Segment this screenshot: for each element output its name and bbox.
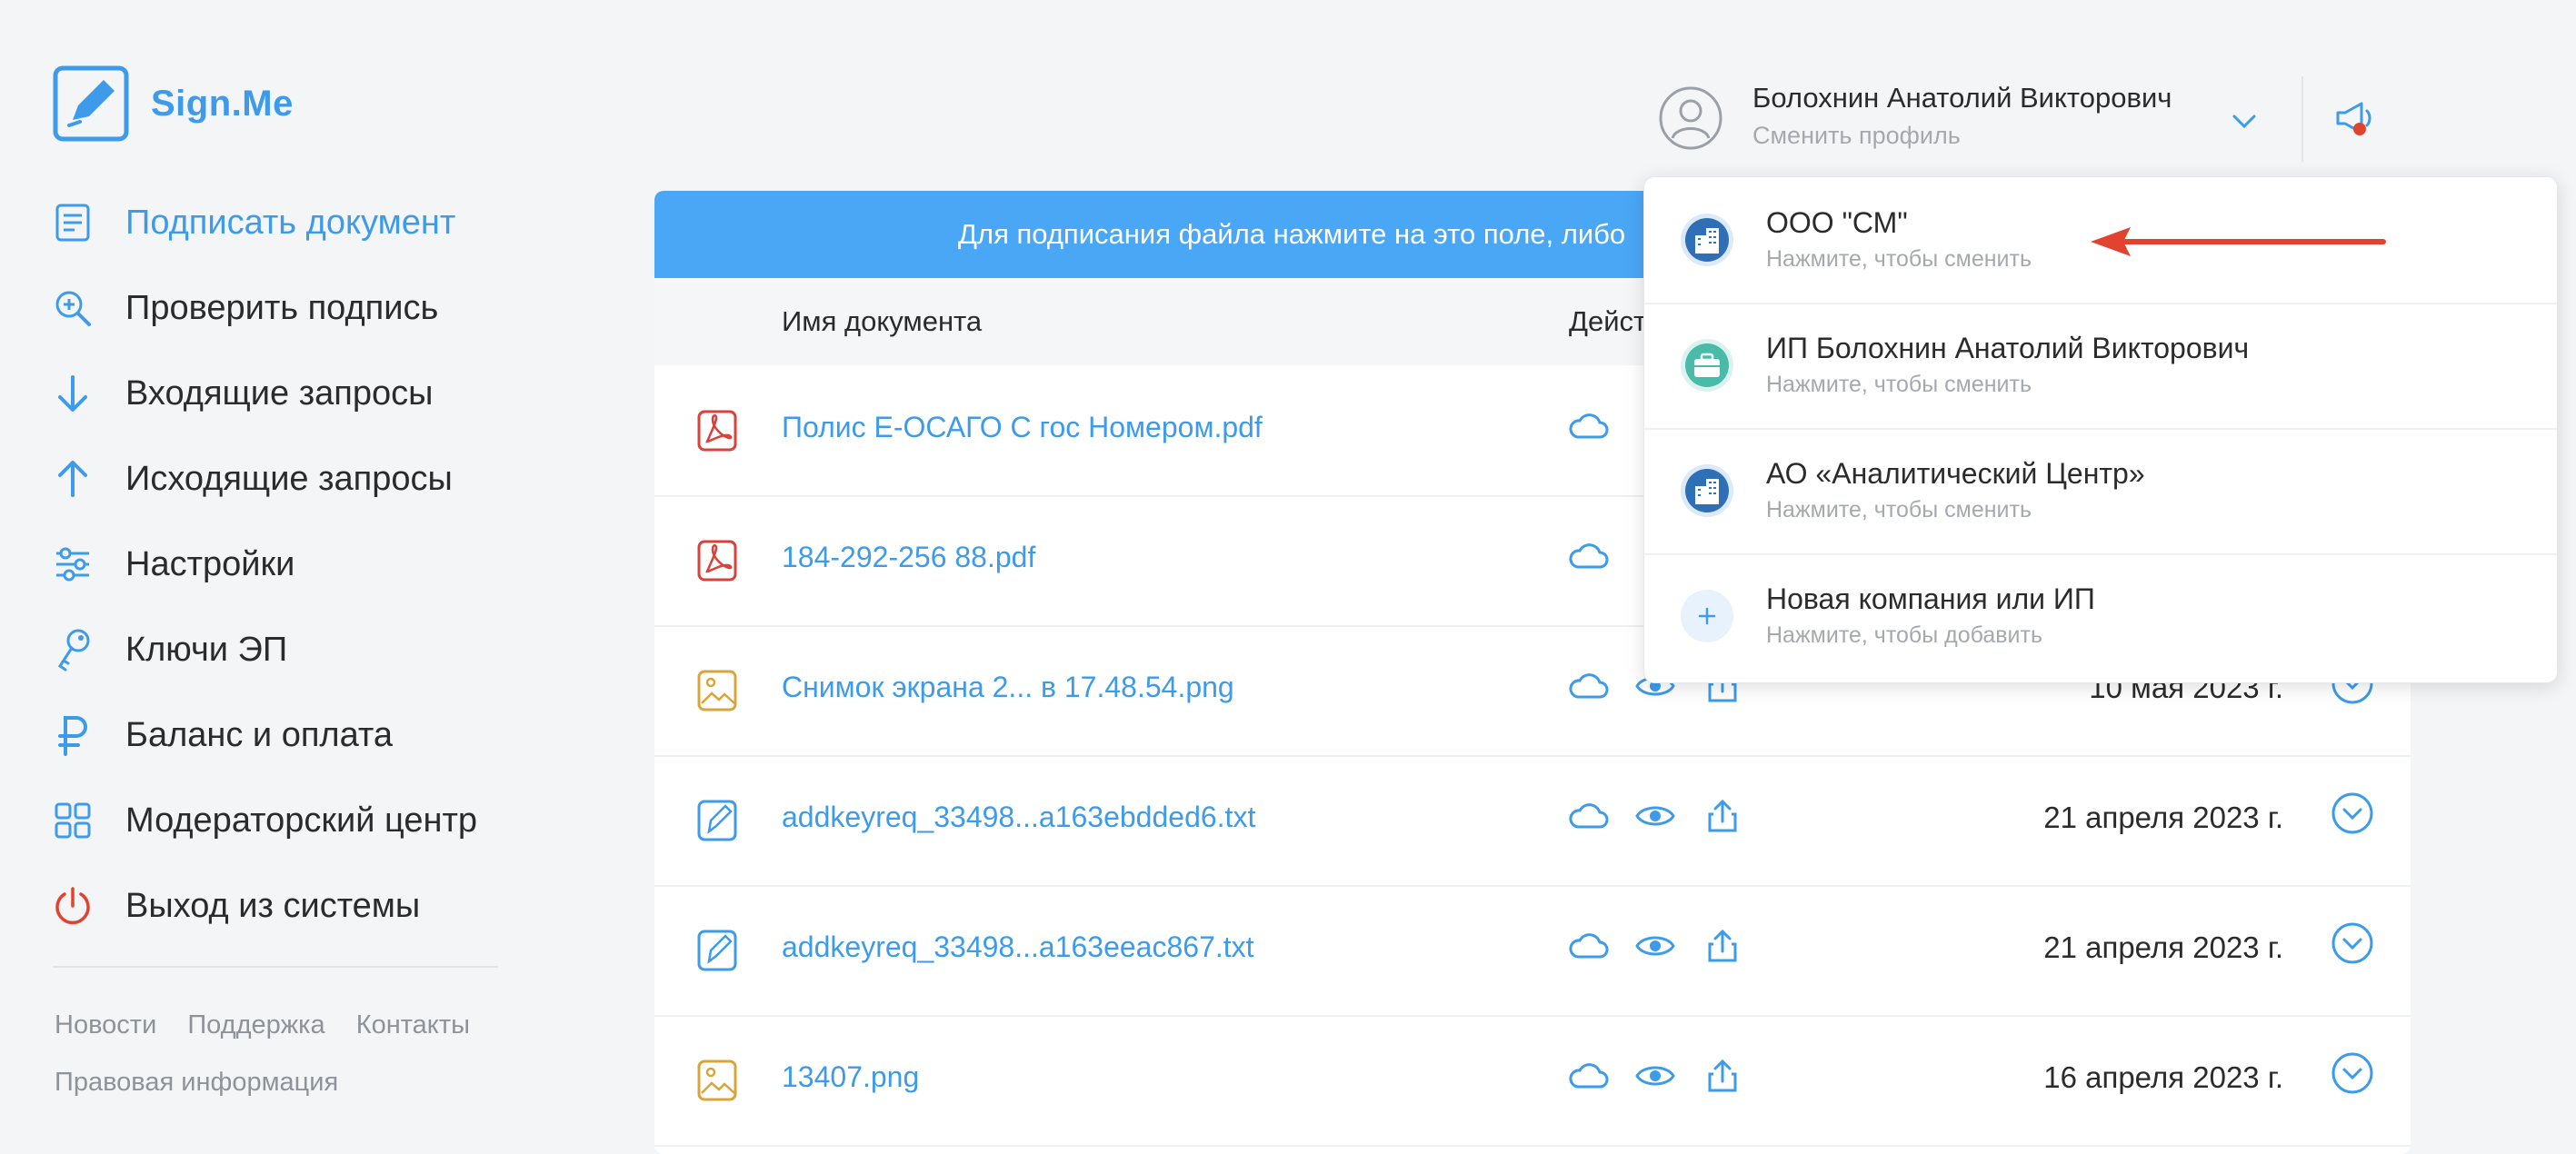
sidebar-item-incoming[interactable]: Входящие запросы	[51, 351, 477, 436]
share-icon[interactable]	[1702, 925, 1743, 967]
arrow-down-icon	[51, 372, 95, 415]
chevron-down-icon[interactable]	[2229, 107, 2260, 134]
file-name-link[interactable]: Снимок экрана 2... в 17.48.54.png	[782, 671, 1234, 704]
file-name-link[interactable]: Полис Е-ОСАГО С гос Номером.pdf	[782, 411, 1263, 444]
table-row[interactable]: addkeyreq_33498...a163eeac867.txt 21 апр…	[654, 885, 2411, 1017]
profile-option-name: ИП Болохнин Анатолий Викторович	[1766, 332, 2250, 364]
file-date: 21 апреля 2023 г.	[2043, 801, 2283, 834]
ruble-icon	[51, 713, 95, 757]
footer-link-legal[interactable]: Правовая информация	[55, 1068, 338, 1097]
profile-user-name: Болохнин Анатолий Викторович	[1752, 82, 2172, 114]
signme-logo-icon	[53, 65, 129, 142]
footer-link-support[interactable]: Поддержка	[187, 1010, 324, 1040]
eye-icon[interactable]	[1634, 795, 1676, 837]
profile-option[interactable]: АО «Аналитический Центр» Нажмите, чтобы …	[1644, 428, 2557, 555]
file-name-link[interactable]: addkeyreq_33498...a163ebdded6.txt	[782, 801, 1255, 834]
share-icon[interactable]	[1702, 795, 1743, 837]
add-company-option[interactable]: Новая компания или ИП Нажмите, чтобы доб…	[1644, 553, 2557, 679]
header-divider	[2301, 76, 2303, 162]
profile-option-name: Новая компания или ИП	[1766, 582, 2095, 615]
building-icon	[1679, 212, 1735, 268]
signed-text-file-icon	[696, 799, 738, 842]
cloud-icon[interactable]	[1567, 795, 1609, 837]
plus-icon	[1679, 588, 1735, 644]
profile-option[interactable]: ИП Болохнин Анатолий Викторович Нажмите,…	[1644, 303, 2557, 430]
pdf-file-icon	[696, 409, 738, 453]
footer-link-contacts[interactable]: Контакты	[356, 1010, 470, 1040]
share-icon[interactable]	[1702, 1055, 1743, 1097]
eye-icon[interactable]	[1634, 925, 1676, 967]
sidebar-item-outgoing[interactable]: Исходящие запросы	[51, 436, 477, 522]
profile-switcher[interactable]: Болохнин Анатолий Викторович Сменить про…	[1658, 82, 2172, 151]
sidebar-item-label: Входящие запросы	[125, 373, 434, 413]
sidebar-item-logout[interactable]: Выход из системы	[51, 863, 477, 949]
app-logo[interactable]: Sign.Me	[53, 65, 294, 142]
arrow-up-icon	[51, 457, 95, 501]
sidebar-item-label: Настройки	[125, 544, 295, 583]
pdf-file-icon	[696, 539, 738, 582]
column-header-actions: Дейст	[1569, 305, 1647, 337]
file-name-link[interactable]: 13407.png	[782, 1060, 919, 1094]
file-date: 16 апреля 2023 г.	[2043, 1060, 2283, 1094]
signed-text-file-icon	[696, 929, 738, 972]
sidebar-item-label: Модераторский центр	[125, 801, 477, 840]
eye-icon[interactable]	[1634, 1055, 1676, 1097]
briefcase-icon	[1679, 337, 1735, 393]
sidebar-item-label: Проверить подпись	[125, 288, 439, 327]
cloud-icon[interactable]	[1567, 535, 1609, 577]
file-name-link[interactable]: addkeyreq_33498...a163eeac867.txt	[782, 930, 1254, 964]
profile-option-hint: Нажмите, чтобы добавить	[1766, 622, 2042, 648]
sidebar-item-balance[interactable]: Баланс и оплата	[51, 692, 477, 778]
cloud-icon[interactable]	[1567, 665, 1609, 707]
expand-chevron-icon[interactable]	[2331, 791, 2374, 835]
sidebar-item-verify-signature[interactable]: Проверить подпись	[51, 265, 477, 351]
profile-option-hint: Нажмите, чтобы сменить	[1766, 246, 2032, 272]
sidebar-item-label: Подписать документ	[125, 203, 456, 242]
key-icon	[51, 628, 95, 672]
expand-chevron-icon[interactable]	[2331, 921, 2374, 965]
sidebar-item-sign-document[interactable]: Подписать документ	[51, 180, 477, 265]
change-profile-label: Сменить профиль	[1752, 122, 1961, 149]
grid-icon	[51, 799, 95, 842]
table-row[interactable]: addkeyreq_33498...a163ebdded6.txt 21 апр…	[654, 755, 2411, 887]
profile-option-name: АО «Аналитический Центр»	[1766, 457, 2145, 490]
footer-link-news[interactable]: Новости	[55, 1010, 156, 1040]
annotation-arrow-icon	[2087, 224, 2387, 260]
file-date: 21 апреля 2023 г.	[2043, 930, 2283, 964]
sliders-icon	[51, 542, 95, 586]
sidebar-item-label: Ключи ЭП	[125, 630, 288, 669]
sidebar-item-settings[interactable]: Настройки	[51, 522, 477, 607]
search-check-icon	[51, 286, 95, 330]
table-row[interactable]: 13407.png 16 апреля 2023 г.	[654, 1015, 2411, 1147]
profile-option-name: ООО "СМ"	[1766, 206, 1908, 239]
sidebar-item-keys[interactable]: Ключи ЭП	[51, 607, 477, 692]
sidebar-item-label: Исходящие запросы	[125, 459, 453, 498]
cloud-icon[interactable]	[1567, 1055, 1609, 1097]
column-header-name: Имя документа	[782, 305, 983, 337]
cloud-icon[interactable]	[1567, 925, 1609, 967]
footer-links: Новости Поддержка Контакты Правовая инфо…	[55, 1010, 494, 1098]
document-icon	[51, 201, 95, 244]
power-icon	[51, 884, 95, 928]
profile-option-hint: Нажмите, чтобы сменить	[1766, 372, 2032, 397]
profile-option-hint: Нажмите, чтобы сменить	[1766, 497, 2032, 522]
app-name: Sign.Me	[151, 83, 294, 124]
image-file-icon	[696, 669, 738, 712]
avatar-icon	[1658, 85, 1723, 151]
building-icon	[1679, 463, 1735, 519]
sidebar-item-label: Баланс и оплата	[125, 715, 393, 754]
sidebar-nav: Подписать документ Проверить подпись Вхо…	[51, 180, 477, 949]
sidebar-item-moderator[interactable]: Модераторский центр	[51, 778, 477, 863]
cloud-icon[interactable]	[1567, 405, 1609, 447]
file-name-link[interactable]: 184-292-256 88.pdf	[782, 541, 1035, 574]
notification-megaphone-icon[interactable]	[2332, 96, 2378, 142]
image-file-icon	[696, 1059, 738, 1102]
expand-chevron-icon[interactable]	[2331, 1051, 2374, 1095]
sidebar-divider	[53, 966, 498, 968]
sidebar-item-label: Выход из системы	[125, 886, 421, 925]
